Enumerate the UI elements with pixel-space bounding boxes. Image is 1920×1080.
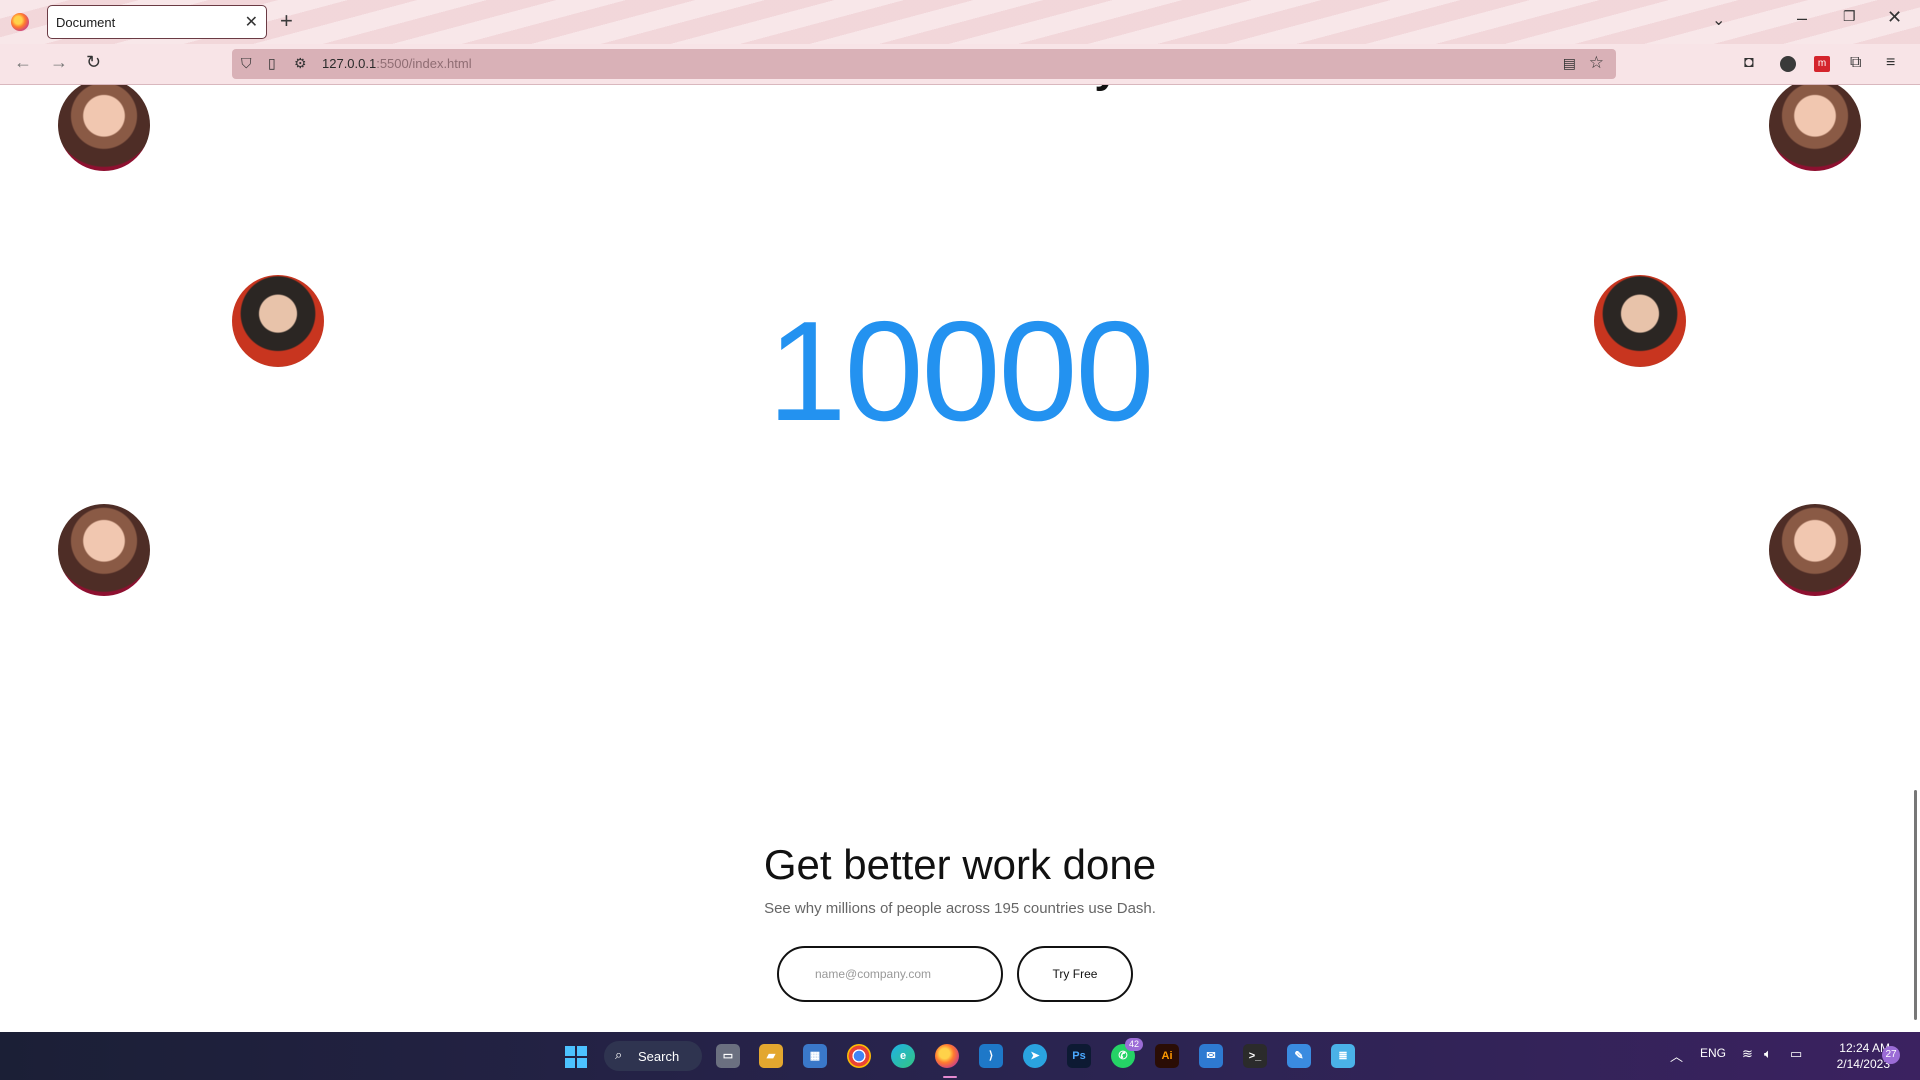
url-host: 127.0.0.1 (322, 56, 377, 71)
whatsapp-icon[interactable]: ✆ 42 (1111, 1038, 1143, 1068)
microsoft-store-icon[interactable]: ▦ (803, 1044, 827, 1068)
email-field[interactable] (777, 946, 1003, 1002)
bookmark-star-icon[interactable]: ☆ (1589, 53, 1604, 73)
clock-date: 2/14/2023 (1836, 1057, 1890, 1071)
permissions-icon[interactable]: ⚙ (294, 55, 307, 72)
edge-icon[interactable]: e (891, 1044, 915, 1068)
windows-taskbar: ⌕ Search ▭ ▰ ▦ e ⟩ ➤ Ps ✆ 42 Ai ✉ >_ ✎ ≣ … (0, 1032, 1920, 1080)
extensions-puzzle-icon[interactable]: ⧉ (1850, 54, 1861, 72)
photoshop-icon[interactable]: Ps (1067, 1044, 1091, 1068)
tracking-shield-icon[interactable]: ⛉ (241, 55, 252, 72)
pocket-icon[interactable]: ◘ (1744, 54, 1754, 72)
windows-start-icon[interactable] (565, 1046, 587, 1068)
firefox-logo-icon (11, 13, 29, 31)
close-window-icon[interactable]: ✕ (1887, 7, 1902, 28)
tab-document[interactable]: Document ✕ (47, 5, 267, 39)
tab-title: Document (56, 15, 116, 30)
back-arrow-icon[interactable]: ← (14, 52, 32, 73)
search-icon: ⌕ (615, 1047, 623, 1062)
avatar-smiling-woman (58, 504, 150, 596)
telegram-icon[interactable]: ➤ (1023, 1044, 1047, 1068)
reader-view-icon[interactable]: ▤ (1563, 55, 1576, 72)
cta-subtitle: See why millions of people across 195 co… (764, 900, 1156, 917)
language-indicator[interactable]: ENG (1700, 1046, 1726, 1060)
illustrator-icon[interactable]: Ai (1155, 1044, 1179, 1068)
try-free-button[interactable]: Try Free (1017, 946, 1133, 1002)
address-bar[interactable]: ⛉ ▯ ⚙ 127.0.0.1:5500/index.html ▤ ☆ (232, 49, 1616, 79)
url-path: :5500/index.html (376, 56, 472, 71)
chrome-icon[interactable] (847, 1044, 871, 1068)
account-avatar-icon[interactable] (1780, 56, 1796, 72)
taskbar-clock[interactable]: 12:24 AM 2/14/2023 (1820, 1040, 1890, 1072)
terminal-icon[interactable]: >_ (1243, 1044, 1267, 1068)
volume-icon[interactable]: 🔈︎ (1764, 1046, 1772, 1062)
notification-count-badge[interactable]: 27 (1882, 1046, 1900, 1064)
file-explorer-icon[interactable]: ▰ (759, 1044, 783, 1068)
extension-icon[interactable]: m (1814, 56, 1830, 72)
task-view-icon[interactable]: ▭ (716, 1044, 740, 1068)
tab-list-chevron-icon[interactable]: ⌄ (1712, 10, 1725, 30)
clock-time: 12:24 AM (1839, 1041, 1890, 1055)
battery-icon[interactable]: ▭ (1790, 1046, 1802, 1062)
avatar-smiling-woman (1769, 504, 1861, 596)
restore-window-icon[interactable]: ❐ (1843, 8, 1856, 25)
forward-arrow-icon[interactable]: → (50, 52, 68, 73)
avatar-smiling-woman (58, 85, 150, 171)
browser-tab-bar: Document ✕ + ⌄ – ❐ ✕ (0, 0, 1920, 44)
mail-icon[interactable]: ✉ (1199, 1044, 1223, 1068)
cta-heading: Get better work done (763, 841, 1157, 888)
paint-icon[interactable]: ✎ (1287, 1044, 1311, 1068)
taskbar-search-label: Search (638, 1049, 680, 1064)
notepad-icon[interactable]: ≣ (1331, 1044, 1355, 1068)
avatar-smiling-woman (1769, 85, 1861, 171)
hero-heading: Trust us and feel free to try our servic… (0, 85, 1920, 93)
tab-close-icon[interactable]: ✕ (245, 12, 258, 32)
browser-nav-bar: ← → ↻ ⛉ ▯ ⚙ 127.0.0.1:5500/index.html ▤ … (0, 44, 1920, 85)
show-hidden-icons-chevron-icon[interactable]: ︿ (1670, 1046, 1683, 1065)
taskbar-search-button[interactable]: ⌕ Search (604, 1041, 702, 1071)
page-content: Trust us and feel free to try our servic… (0, 85, 1920, 1032)
user-counter: 10000 (767, 292, 1155, 451)
url-text[interactable]: 127.0.0.1:5500/index.html (322, 56, 472, 71)
new-tab-button[interactable]: + (280, 8, 293, 34)
firefox-taskbar-icon[interactable] (935, 1044, 959, 1068)
whatsapp-badge: 42 (1124, 1038, 1143, 1051)
page-info-icon[interactable]: ▯ (268, 55, 276, 72)
vscode-icon[interactable]: ⟩ (979, 1044, 1003, 1068)
hamburger-menu-icon[interactable]: ≡ (1886, 54, 1895, 72)
reload-icon[interactable]: ↻ (86, 52, 101, 73)
wifi-icon[interactable]: ≋ (1742, 1046, 1753, 1062)
page-scrollbar[interactable] (1914, 790, 1917, 1020)
minimize-window-icon[interactable]: – (1797, 8, 1807, 29)
firefox-active-indicator (943, 1076, 957, 1078)
